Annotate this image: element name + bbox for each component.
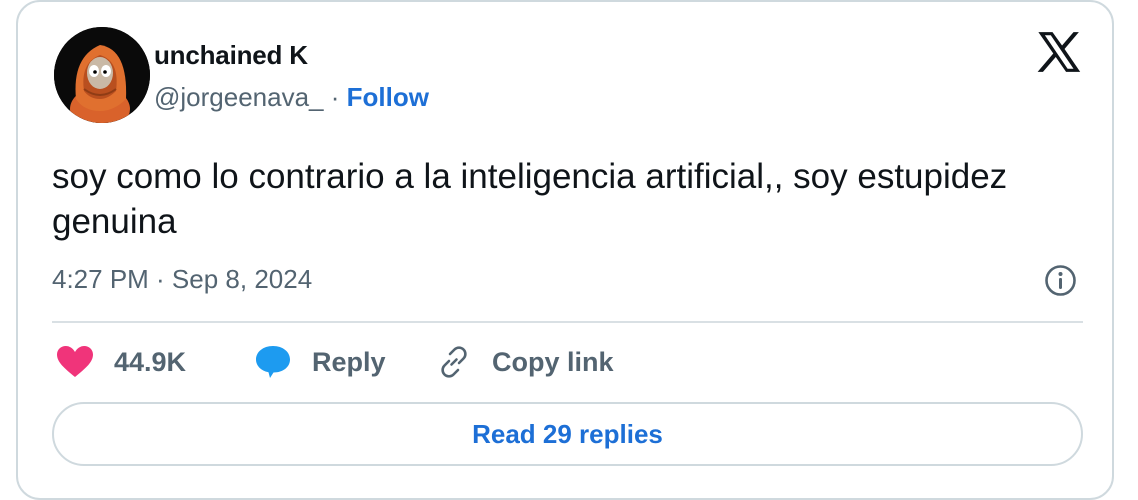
read-replies-button[interactable]: Read 29 replies <box>52 402 1083 466</box>
copy-link-button[interactable]: Copy link <box>436 342 614 382</box>
tweet-text: soy como lo contrario a la inteligencia … <box>52 157 1008 241</box>
copy-link-label: Copy link <box>492 346 614 377</box>
reply-label: Reply <box>312 346 386 377</box>
author-handle-row: @jorgeenava_ · Follow <box>154 82 429 113</box>
avatar[interactable] <box>54 27 150 123</box>
heart-icon <box>57 346 93 377</box>
like-button[interactable]: 44.9K <box>56 342 186 382</box>
reply-button[interactable]: Reply <box>254 342 386 382</box>
link-icon <box>441 346 467 378</box>
x-logo-icon[interactable] <box>1036 31 1082 73</box>
info-icon[interactable] <box>1044 264 1077 297</box>
divider <box>52 321 1083 323</box>
speech-bubble-icon <box>256 346 290 378</box>
follow-button[interactable]: Follow <box>347 82 429 112</box>
avatar-image <box>54 27 150 123</box>
handle-separator: · <box>330 82 340 112</box>
author-handle[interactable]: @jorgeenava_ <box>154 82 324 112</box>
author-display-name[interactable]: unchained K <box>154 40 308 71</box>
like-count: 44.9K <box>114 346 187 377</box>
read-replies-label: Read 29 replies <box>472 418 663 449</box>
tweet-timestamp[interactable]: 4:27 PM · Sep 8, 2024 <box>52 264 312 295</box>
tweet-card: unchained K @jorgeenava_ · Follow soy co… <box>16 0 1114 500</box>
